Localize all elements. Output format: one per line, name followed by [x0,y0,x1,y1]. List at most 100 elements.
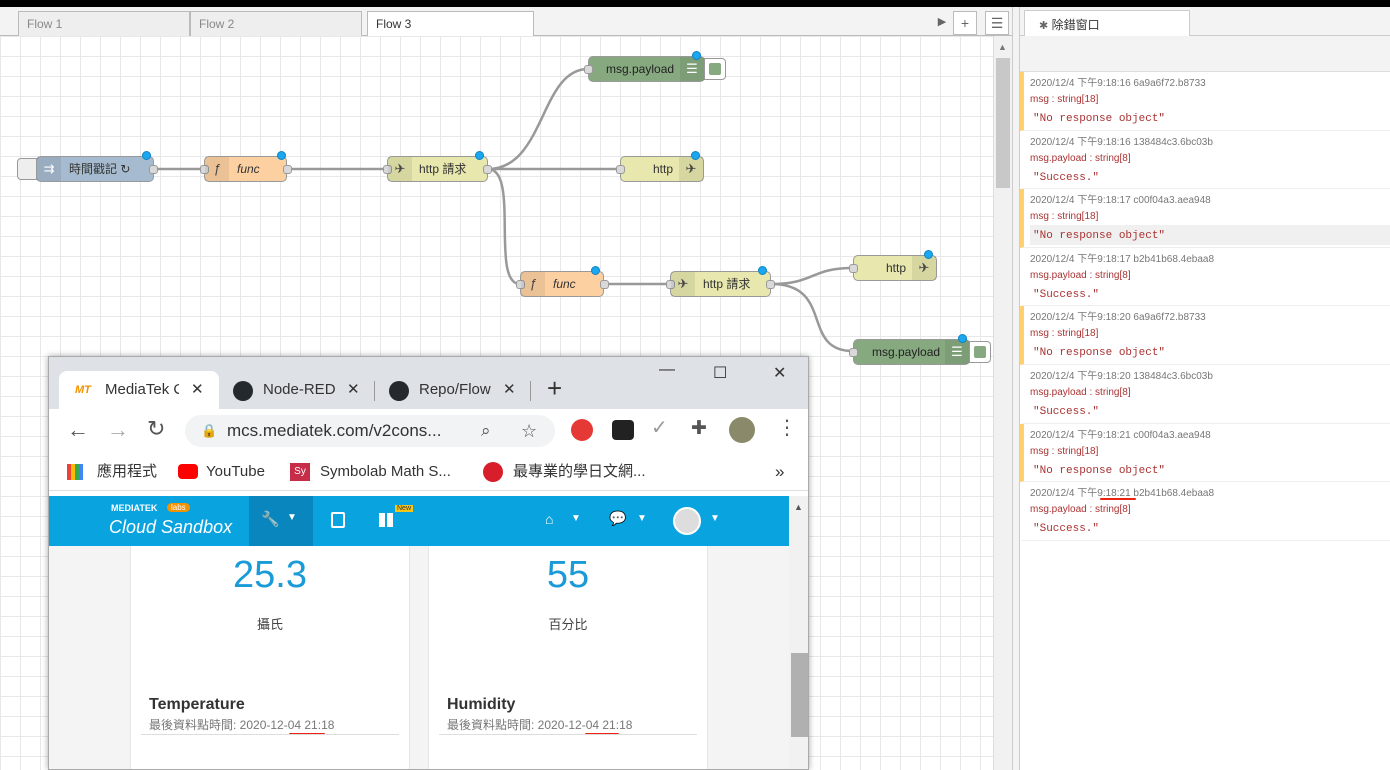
browser-tab-label: Node-RED [263,381,336,398]
document-icon[interactable] [331,512,345,528]
list-icon: ☰ [945,340,969,364]
lock-icon: 🔒 [201,423,218,438]
adblock-icon[interactable] [571,419,593,441]
flow-list-button[interactable]: ☰ [985,11,1009,35]
maximize-button[interactable]: ☐ [713,363,727,383]
profile-avatar[interactable] [729,417,755,443]
message-meta: 2020/12/4 下午9:18:21 b2b41b68.4ebaa8 [1030,488,1215,500]
node-http-request-2[interactable]: ✈ http 請求 [666,266,775,297]
bookmark-youtube[interactable]: YouTube [206,453,265,491]
bookmark-symbolab[interactable]: Symbolab Math S... [320,453,451,491]
node-debug-2[interactable]: msg.payload ☰ [849,334,970,365]
debug-message[interactable]: 2020/12/4 下午9:18:20 6a9a6f72.b8733 msg : … [1020,306,1390,365]
bookmark-japanese[interactable]: 最專業的學日文網... [513,453,646,491]
divider [141,734,399,735]
tab-flow-1[interactable]: Flow 1 [18,11,190,36]
bookmarks-overflow[interactable]: » [775,453,784,491]
chevron-down-icon[interactable]: ▼ [710,513,720,524]
node-func-2[interactable]: ƒ func [516,266,609,297]
input-port[interactable] [849,264,858,273]
star-icon[interactable]: ☆ [521,415,537,447]
output-port[interactable] [149,165,158,174]
user-avatar[interactable] [673,507,701,535]
function-icon: ƒ [521,272,545,296]
debug-message[interactable]: 2020/12/4 下午9:18:16 138484c3.6bc03b msg.p… [1020,131,1390,190]
address-bar[interactable]: 🔒 mcs.mediatek.com/v2cons... ⌕ ☆ [185,415,555,447]
forward-icon[interactable]: → [107,417,129,443]
debug-message[interactable]: 2020/12/4 下午9:18:16 6a9a6f72.b8733 msg : … [1020,72,1390,131]
debug-message[interactable]: 2020/12/4 下午9:18:17 c00f04a3.aea948 msg :… [1020,189,1390,248]
browser-tab-repo-flow[interactable]: Repo/Flow ✕ [377,371,527,409]
node-func-1[interactable]: ƒ func [200,151,292,182]
temperature-card: 25.3 攝氏 Temperature 最後資料點時間: 2020-12-04 … [130,546,410,769]
close-icon[interactable]: ✕ [503,371,516,409]
scrollbar-thumb[interactable] [996,58,1010,188]
chat-icon[interactable]: 💬 [609,510,626,527]
debug-toggle-button[interactable] [969,341,991,363]
debug-message[interactable]: 2020/12/4 下午9:18:17 b2b41b68.4ebaa8 msg.p… [1020,248,1390,307]
tab-scroll-icon[interactable]: ▶ [930,11,954,35]
add-flow-button[interactable]: + [953,11,977,35]
sidebar-separator[interactable] [1012,7,1020,770]
inbox-icon[interactable]: ⌂ [545,511,553,527]
output-port[interactable] [766,280,775,289]
menu-icon[interactable]: ⋮ [777,415,797,440]
humidity-unit: 百分比 [548,617,588,632]
red-underline [1100,498,1136,501]
temperature-unit: 攝氏 [256,617,283,632]
close-icon[interactable]: ✕ [191,371,204,409]
inject-button[interactable] [17,158,37,180]
output-port[interactable] [283,165,292,174]
message-topic: msg.payload : string[8] [1030,386,1131,398]
mediatek-favicon: MT [75,384,91,396]
scroll-up-icon[interactable]: ▲ [794,502,803,512]
debug-toggle-button[interactable] [704,58,726,80]
divider [439,734,697,735]
browser-tab-node-red[interactable]: Node-RED ✕ [221,371,371,409]
node-http-response-2[interactable]: http ✈ [849,250,937,281]
scrollbar-thumb[interactable] [791,653,808,737]
output-port[interactable] [483,165,492,174]
tab-divider [530,381,531,401]
back-icon[interactable]: ← [67,417,89,443]
node-http-request-1[interactable]: ✈ http 請求 [383,151,492,182]
message-topic: msg.payload : string[8] [1030,152,1131,164]
message-value: "No response object" [1033,464,1166,477]
node-http-response-1[interactable]: http ✈ [616,151,704,182]
debug-message[interactable]: 2020/12/4 下午9:18:20 138484c3.6bc03b msg.p… [1020,365,1390,424]
output-port[interactable] [600,280,609,289]
changed-indicator [924,250,933,259]
tab-flow-2[interactable]: Flow 2 [190,11,362,36]
input-port[interactable] [584,65,593,74]
bookmark-apps[interactable]: 應用程式 [97,453,157,491]
input-port[interactable] [849,348,858,357]
close-window-button[interactable]: ✕ [773,363,786,383]
chevron-down-icon[interactable]: ▼ [571,513,581,524]
dashboard-icon[interactable] [379,513,393,527]
minimize-button[interactable]: — [659,361,675,379]
puzzle-icon[interactable]: ✚ [691,417,707,440]
scroll-up-icon[interactable]: ▲ [998,42,1007,52]
workspace-scrollbar[interactable]: ▲ [993,36,1012,770]
debug-message[interactable]: 2020/12/4 下午9:18:21 b2b41b68.4ebaa8 msg.p… [1020,482,1390,541]
new-tab-button[interactable]: + [547,373,562,403]
message-value: "Success." [1033,171,1100,184]
extension-icon[interactable] [612,420,634,440]
node-debug-1[interactable]: msg.payload ☰ [584,51,705,82]
check-icon[interactable]: ✓ [651,415,668,440]
url-text: mcs.mediatek.com/v2cons... [227,421,442,440]
wrench-menu[interactable]: 🔧 ▼ [249,496,313,546]
message-value: "No response object" [1030,225,1390,246]
message-value: "Success." [1033,288,1100,301]
input-port[interactable] [616,165,625,174]
reload-icon[interactable]: ↻ [147,416,165,442]
debug-message[interactable]: 2020/12/4 下午9:18:21 c00f04a3.aea948 msg :… [1020,423,1390,483]
close-icon[interactable]: ✕ [347,371,360,409]
node-timestamp[interactable]: ⇉ 時間戳記 ↻ [36,151,158,182]
page-scrollbar[interactable]: ▲ [789,496,808,769]
tab-debug[interactable]: ✱ 除錯窗口 [1024,10,1190,37]
browser-tab-mediatek[interactable]: MT MediaTek C ✕ [59,371,219,409]
chevron-down-icon[interactable]: ▼ [637,513,647,524]
tab-flow-3[interactable]: Flow 3 [367,11,534,37]
zoom-icon[interactable]: ⌕ [481,415,491,447]
